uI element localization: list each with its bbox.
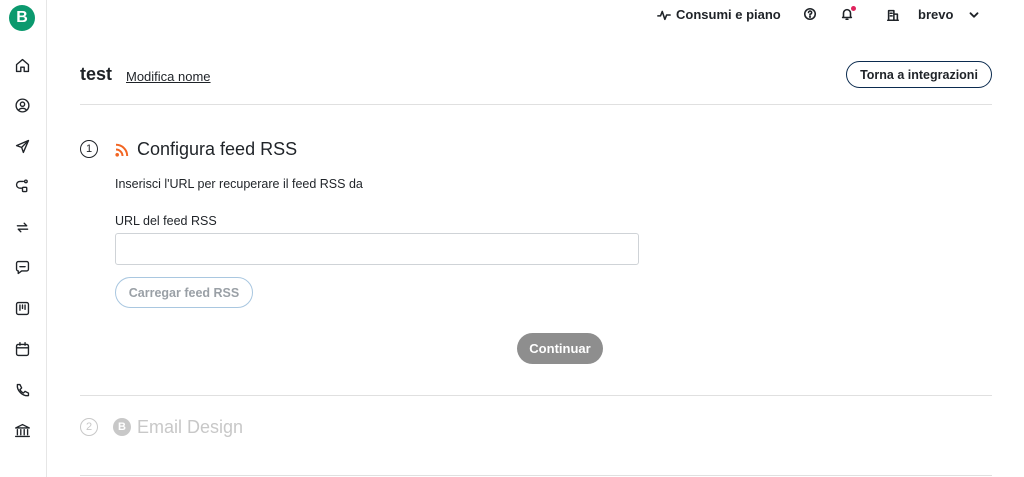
step-title: Configura feed RSS <box>137 139 298 159</box>
chat-icon[interactable] <box>12 257 32 277</box>
divider <box>80 104 992 105</box>
load-rss-feed-button[interactable]: Carregar feed RSS <box>115 277 253 308</box>
chevron-down-icon <box>967 8 981 22</box>
repeat-icon[interactable] <box>12 217 32 237</box>
bell-icon <box>840 6 856 21</box>
divider <box>80 475 992 476</box>
step-title: Email Design <box>137 417 244 437</box>
home-icon[interactable] <box>12 55 32 75</box>
rss-url-label: URL del feed RSS <box>115 214 217 228</box>
page-title: test <box>80 64 113 84</box>
back-to-integrations-button[interactable]: Torna a integrazioni <box>846 61 992 88</box>
kanban-icon[interactable] <box>12 298 32 318</box>
activity-icon <box>657 8 671 22</box>
flow-icon[interactable] <box>12 176 32 196</box>
send-icon[interactable] <box>12 136 32 156</box>
divider <box>80 395 992 396</box>
sidebar: B <box>0 0 47 477</box>
help-button[interactable] <box>803 7 817 21</box>
phone-icon[interactable] <box>12 380 32 400</box>
bank-icon[interactable] <box>12 420 32 440</box>
user-circle-icon[interactable] <box>12 95 32 115</box>
edit-name-link[interactable]: Modifica nome <box>126 69 211 84</box>
step-number: 1 <box>80 140 98 158</box>
rss-icon <box>115 143 129 157</box>
usage-plan-label: Consumi e piano <box>676 7 781 22</box>
brevo-logo-icon: B <box>113 418 131 436</box>
calendar-icon[interactable] <box>12 339 32 359</box>
brevo-logo[interactable]: B <box>9 5 35 31</box>
account-menu[interactable]: brevo <box>886 7 981 22</box>
top-bar: Consumi e piano brevo <box>47 0 1024 30</box>
usage-plan-link[interactable]: Consumi e piano <box>657 7 781 22</box>
notification-dot <box>851 6 856 11</box>
rss-url-input[interactable] <box>115 233 639 265</box>
account-name: brevo <box>918 7 954 22</box>
help-icon <box>803 7 817 21</box>
step-description: Inserisci l'URL per recuperare il feed R… <box>115 177 363 191</box>
notifications-button[interactable] <box>840 6 856 21</box>
continue-button[interactable]: Continuar <box>517 333 603 364</box>
step-number: 2 <box>80 418 98 436</box>
building-icon <box>886 8 900 22</box>
